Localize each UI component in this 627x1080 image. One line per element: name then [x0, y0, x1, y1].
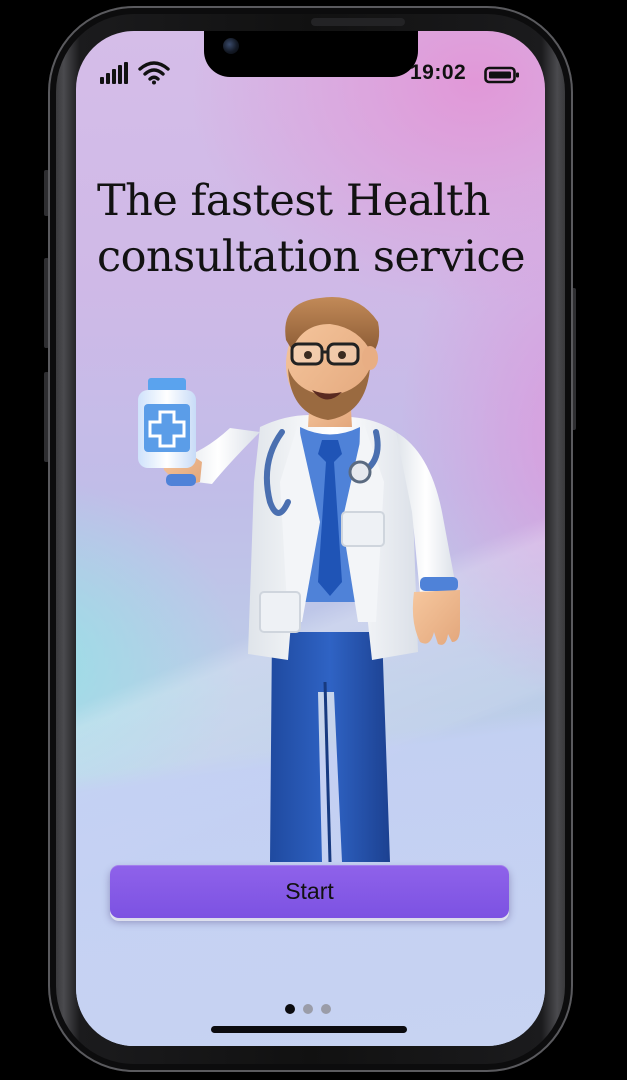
onboarding-headline: The fastest Health consultation service: [97, 173, 543, 285]
headline-line-2: consultation service: [97, 232, 526, 282]
clock-time: 19:02: [410, 61, 467, 84]
earpiece-speaker: [311, 18, 405, 26]
page-dot-2[interactable]: [303, 1004, 313, 1014]
home-indicator[interactable]: [211, 1026, 407, 1033]
page-dot-3[interactable]: [321, 1004, 331, 1014]
page-dot-1[interactable]: [285, 1004, 295, 1014]
front-camera: [223, 38, 239, 54]
doctor-illustration: [138, 297, 460, 863]
status-bar: 19:02: [76, 58, 545, 92]
start-button[interactable]: Start: [110, 865, 509, 918]
battery-icon: [484, 66, 519, 84]
page-indicator: [285, 1004, 335, 1016]
cellular-signal-icon: [100, 62, 128, 84]
device-mockup: 19:02 The fastest Health consultation se…: [0, 0, 627, 1080]
headline-line-1: The fastest Health: [97, 176, 491, 226]
wifi-icon: [138, 61, 170, 85]
